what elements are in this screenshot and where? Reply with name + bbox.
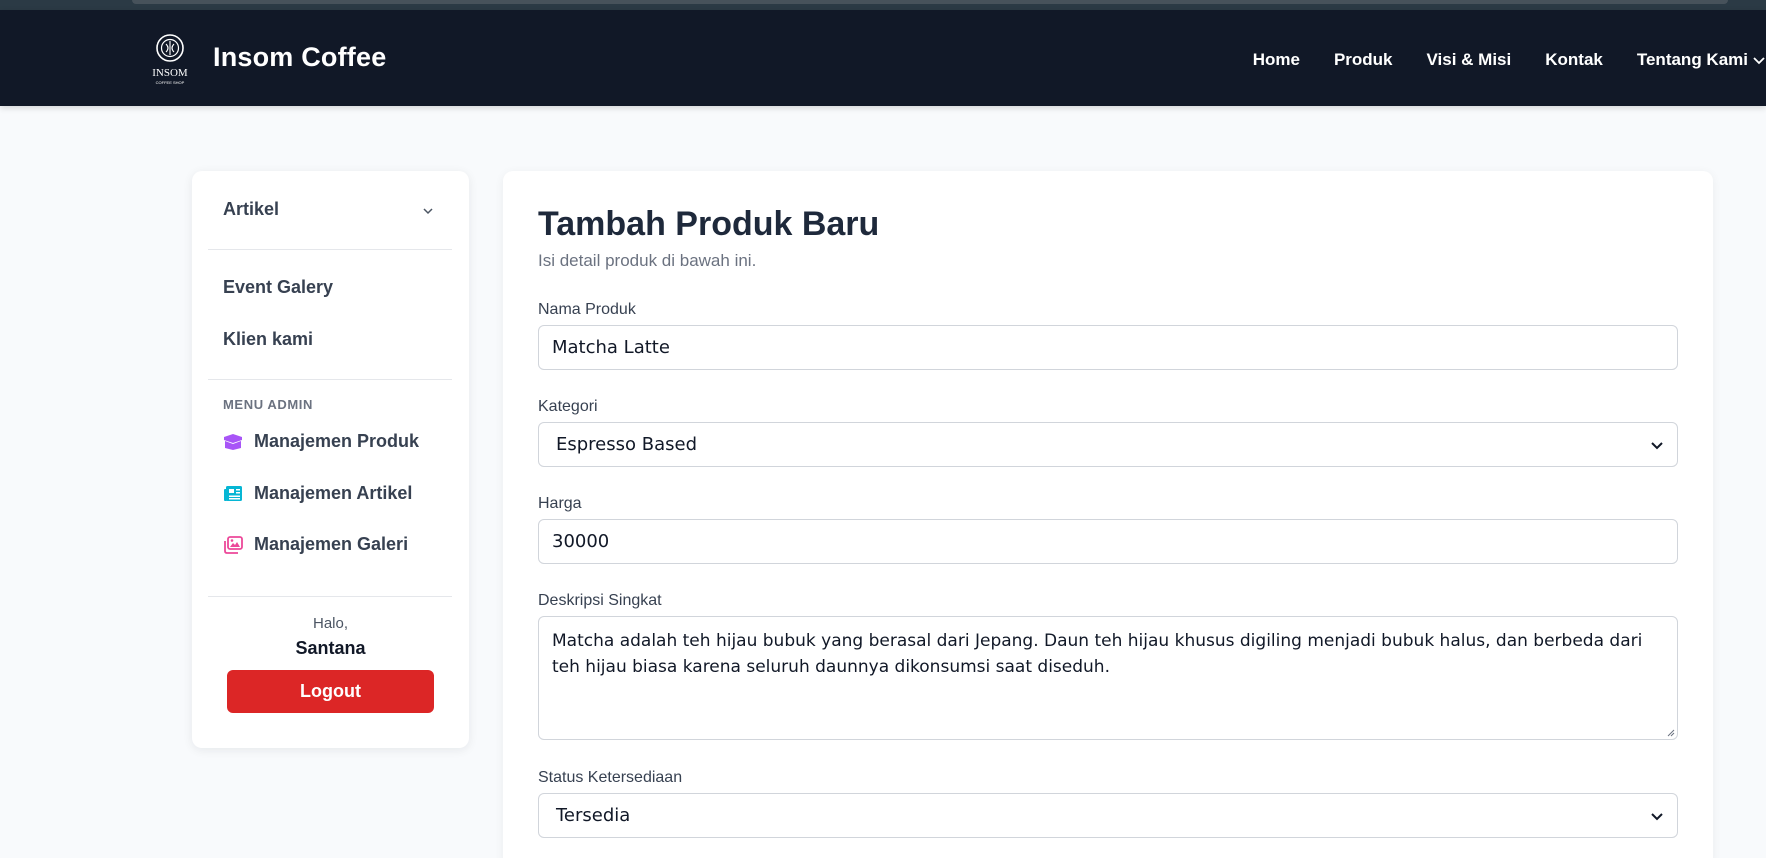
admin-item-label: Manajemen Artikel	[254, 483, 413, 503]
box-icon	[224, 433, 242, 450]
images-icon	[224, 535, 243, 554]
logo-text: INSOM	[152, 67, 188, 79]
sidebar-item-artikel[interactable]: Artikel	[223, 199, 279, 220]
page-title: Tambah Produk Baru	[538, 205, 880, 243]
sidebar-item-manajemen-galeri[interactable]: Manajemen Galeri	[223, 534, 408, 555]
deskripsi-label: Deskripsi Singkat	[538, 592, 662, 609]
deskripsi-value: Matcha adalah teh hijau bubuk yang beras…	[552, 631, 1643, 677]
kategori-label: Kategori	[538, 398, 598, 415]
nav-kontak[interactable]: Kontak	[1545, 50, 1603, 70]
harga-input[interactable]: 30000	[538, 519, 1678, 564]
kategori-select[interactable]: Espresso Based	[538, 422, 1678, 467]
top-navbar: INSOM COFFEE SHOP Insom Coffee Home Prod…	[0, 10, 1766, 106]
nav-tentang-kami[interactable]: Tentang Kami	[1637, 50, 1766, 70]
brand-logo-icon[interactable]: INSOM COFFEE SHOP	[147, 32, 193, 86]
resize-handle-icon[interactable]	[1665, 727, 1675, 737]
nav-tentang-kami-label: Tentang Kami	[1636, 50, 1748, 69]
logout-button[interactable]: Logout	[227, 670, 434, 713]
kategori-value: Espresso Based	[556, 434, 698, 455]
chevron-down-icon	[1753, 57, 1765, 65]
newspaper-icon	[224, 485, 242, 501]
browser-chrome-strip	[0, 0, 1766, 10]
logo-subtext: COFFEE SHOP	[156, 80, 185, 85]
sidebar: Artikel Event Galery Klien kami MENU ADM…	[192, 171, 469, 748]
nama-produk-input[interactable]: Matcha Latte	[538, 325, 1678, 370]
add-product-form-card: Tambah Produk Baru Isi detail produk di …	[503, 171, 1713, 858]
admin-item-label: Manajemen Galeri	[254, 534, 409, 554]
admin-menu-title: MENU ADMIN	[223, 397, 314, 412]
greeting-text: Halo,	[312, 615, 349, 632]
nav-produk[interactable]: Produk	[1334, 50, 1393, 70]
status-select[interactable]: Tersedia	[538, 793, 1678, 838]
sidebar-item-manajemen-produk[interactable]: Manajemen Produk	[223, 431, 419, 452]
sidebar-divider	[208, 379, 452, 380]
brand-name[interactable]: Insom Coffee	[213, 42, 386, 73]
browser-tab-bar	[132, 0, 1728, 4]
admin-item-label: Manajemen Produk	[254, 431, 420, 451]
status-value: Tersedia	[556, 805, 631, 826]
page-subtitle: Isi detail produk di bawah ini.	[538, 251, 757, 270]
sidebar-divider	[208, 249, 452, 250]
nav-visi-misi[interactable]: Visi & Misi	[1427, 50, 1512, 70]
sidebar-item-manajemen-artikel[interactable]: Manajemen Artikel	[223, 483, 412, 504]
chevron-down-icon	[1651, 812, 1663, 820]
harga-value: 30000	[552, 531, 610, 552]
nav-home[interactable]: Home	[1253, 50, 1300, 70]
chevron-down-icon	[1651, 441, 1663, 449]
harga-label: Harga	[538, 495, 582, 512]
deskripsi-textarea[interactable]: Matcha adalah teh hijau bubuk yang beras…	[538, 616, 1678, 740]
main-nav: Home Produk Visi & Misi Kontak Tentang K…	[1219, 48, 1766, 72]
sidebar-divider	[208, 596, 452, 597]
sidebar-item-klien-kami[interactable]: Klien kami	[223, 329, 313, 350]
status-label: Status Ketersediaan	[538, 769, 683, 786]
nama-produk-label: Nama Produk	[538, 301, 636, 318]
sidebar-item-event-galery[interactable]: Event Galery	[223, 277, 333, 298]
chevron-down-icon[interactable]	[422, 205, 434, 217]
nama-produk-value: Matcha Latte	[552, 337, 670, 358]
user-name: Santana	[295, 638, 366, 658]
